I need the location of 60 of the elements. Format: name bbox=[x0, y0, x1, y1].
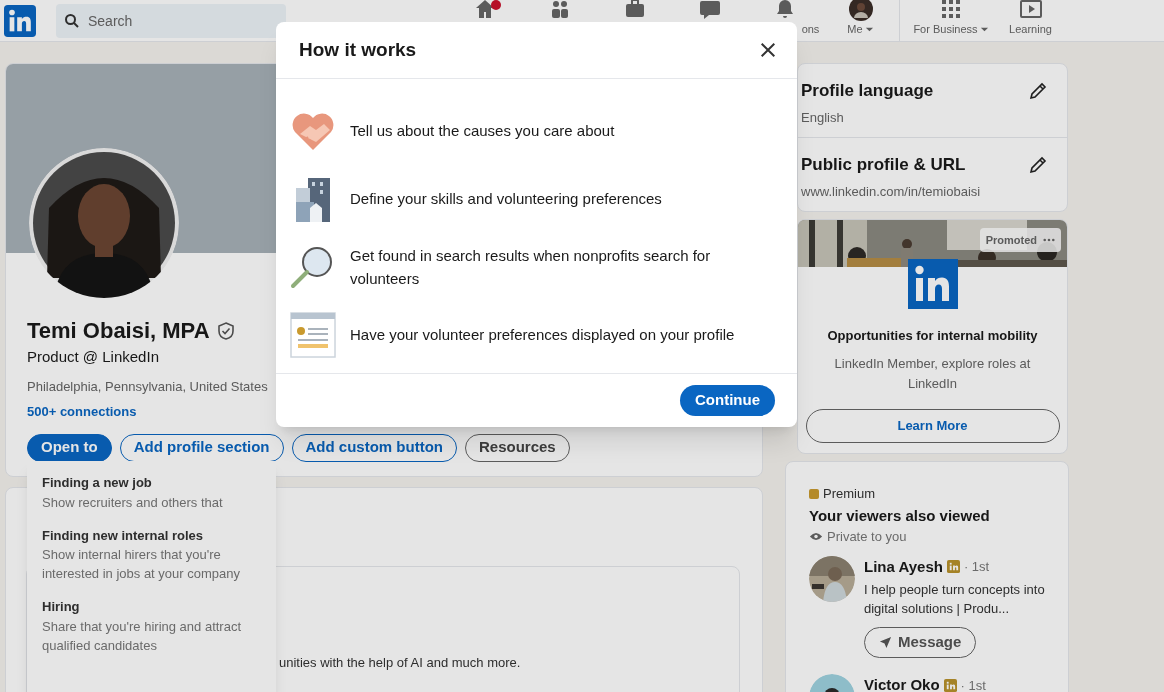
linkedin-logo bbox=[907, 259, 958, 309]
person-name[interactable]: Victor Oko bbox=[864, 674, 940, 692]
chat-icon[interactable] bbox=[697, 0, 722, 21]
suggestion-description: unities with the help of AI and much more. bbox=[279, 654, 521, 672]
nav-label[interactable]: Me bbox=[847, 21, 863, 38]
nav-label[interactable]: For Business bbox=[913, 21, 978, 38]
send-icon bbox=[879, 636, 892, 649]
menu-item-description: Share that you're hiring and attract qualified candidates bbox=[42, 617, 243, 655]
premium-label: Premium bbox=[823, 485, 875, 503]
edit-icon[interactable] bbox=[1028, 154, 1048, 175]
profile-name: Temi Obaisi, MPA bbox=[27, 317, 210, 345]
ad-title: Opportunities for internal mobility bbox=[827, 327, 1038, 345]
person-name[interactable]: Lina Ayesh bbox=[864, 555, 943, 578]
menu-item-title: Finding new internal roles bbox=[42, 526, 205, 545]
close-icon[interactable] bbox=[759, 41, 777, 59]
profile-action-button[interactable]: Add custom button bbox=[291, 433, 457, 462]
menu-item-title: Finding a new job bbox=[42, 474, 153, 492]
grid-icon[interactable] bbox=[939, 0, 963, 21]
eye-icon bbox=[809, 532, 823, 542]
profile-action-button[interactable]: Add profile section bbox=[119, 433, 284, 462]
step-text: Define your skills and volunteering preferences bbox=[350, 189, 663, 209]
step-text: Have your volunteer preferences displayed on your profile bbox=[350, 325, 736, 345]
setting-value: English bbox=[801, 108, 845, 127]
search-icon bbox=[64, 12, 80, 29]
nav-label[interactable]: Learning bbox=[1009, 21, 1052, 38]
continue-button[interactable]: Continue bbox=[680, 385, 775, 416]
setting-title: Profile language bbox=[801, 80, 934, 102]
play-icon[interactable] bbox=[1018, 0, 1043, 21]
step-text: Tell us about the causes you care about bbox=[350, 121, 616, 141]
ad-description: LinkedIn Member, explore roles at LinkedIn bbox=[833, 354, 1032, 393]
section-title: Your viewers also viewed bbox=[809, 505, 991, 526]
profile-action-button[interactable]: Open to bbox=[27, 433, 112, 462]
step-text: Get found in search results when nonprofits search for volunteers bbox=[350, 245, 712, 289]
connections-link[interactable]: 500+ connections bbox=[27, 402, 137, 422]
nav-label[interactable]: ons bbox=[801, 21, 820, 38]
connection-degree: · 1st bbox=[963, 558, 990, 576]
premium-badge-icon bbox=[946, 560, 960, 574]
promoted-label: Promoted bbox=[985, 232, 1037, 248]
profile-action-button[interactable]: Resources bbox=[465, 433, 570, 462]
person-headline: I help people turn concepts into digital solutions | Produ... bbox=[864, 581, 1046, 618]
profile-card-icon bbox=[290, 311, 336, 358]
menu-item-description: Show recruiters and others that bbox=[42, 493, 224, 512]
menu-item[interactable]: Finding a new job Show recruiters and others that bbox=[42, 473, 261, 512]
menu-item-title: Hiring bbox=[42, 598, 81, 616]
setting-value: www.linkedin.com/in/temiobaisi bbox=[801, 182, 982, 201]
connection-degree: · 1st bbox=[960, 676, 986, 692]
profile-headline: Product @ LinkedIn bbox=[27, 347, 160, 367]
more-icon[interactable] bbox=[1043, 238, 1055, 242]
search-field[interactable]: Search bbox=[56, 3, 286, 38]
menu-item[interactable]: Hiring Share that you're hiring and attract qualified candidates bbox=[42, 597, 261, 655]
avatar-icon[interactable] bbox=[848, 0, 873, 21]
modal-title: How it works bbox=[299, 37, 417, 62]
edit-icon[interactable] bbox=[1028, 80, 1048, 101]
menu-item-description: Show internal hirers that you're interested in jobs at your company bbox=[42, 546, 241, 583]
menu-item[interactable]: Finding new internal roles Show internal hirers that you're interested in jobs at your company bbox=[42, 525, 261, 583]
linkedin-logo[interactable] bbox=[4, 4, 36, 37]
profile-location: Philadelphia, Pennsylvania, United States bbox=[27, 377, 269, 396]
setting-title: Public profile & URL bbox=[801, 154, 966, 176]
premium-icon bbox=[809, 488, 819, 499]
privacy-note: Private to you bbox=[827, 528, 907, 546]
